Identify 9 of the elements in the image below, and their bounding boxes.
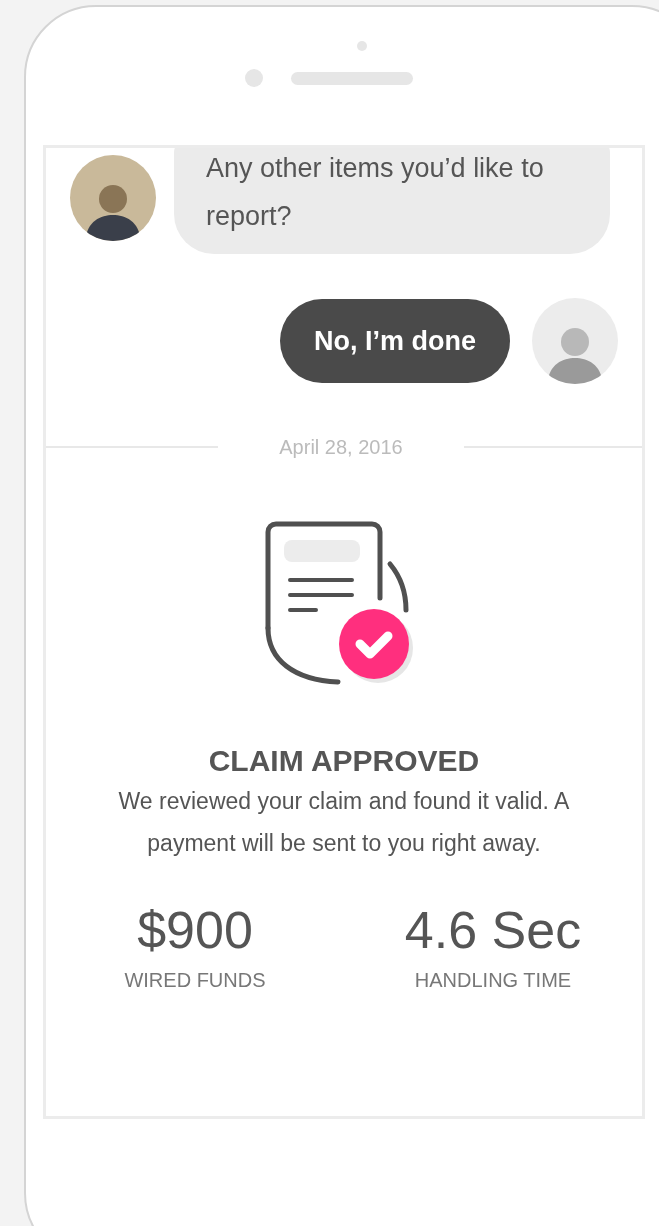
message-bubble: Any other items you’d like to report? — [174, 148, 610, 254]
result-message: We reviewed your claim and found it valid. A payment will be sent to you right away. — [117, 787, 571, 858]
date-divider: April 28, 2016 — [278, 435, 404, 460]
result-title: CLAIM APPROVED — [207, 744, 481, 778]
reply-bubble: No, I’m done — [280, 299, 510, 383]
stat-label: WIRED FUNDS — [124, 968, 266, 993]
stat-label: HANDLING TIME — [414, 968, 572, 993]
stat-value: $900 — [137, 900, 253, 960]
stat-value: 4.6 Sec — [404, 900, 582, 960]
